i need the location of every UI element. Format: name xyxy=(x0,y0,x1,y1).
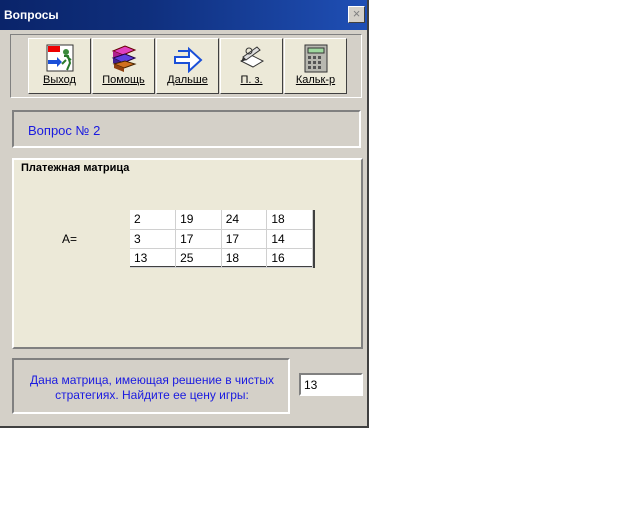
question-title: Вопрос № 2 xyxy=(28,123,101,138)
calculator-icon xyxy=(304,44,328,73)
help-button[interactable]: Помощь xyxy=(92,38,155,94)
question-prompt: Дана матрица, имеющая решение в чистых с… xyxy=(30,373,274,402)
matrix-cell[interactable]: 2 xyxy=(130,210,177,230)
notes-button-label: П. з. xyxy=(240,74,263,86)
exit-icon xyxy=(46,44,74,72)
matrix-cell[interactable]: 18 xyxy=(221,248,268,268)
payoff-matrix-grid[interactable]: 2 19 24 18 3 17 17 14 13 25 18 16 xyxy=(130,210,315,268)
group-title: Платежная матрица xyxy=(20,162,131,174)
books-icon xyxy=(111,45,137,72)
matrix-cell[interactable]: 14 xyxy=(266,229,313,249)
calculator-button-label: Кальк-р xyxy=(295,74,336,86)
next-button-label: Дальше xyxy=(167,74,208,86)
answer-input[interactable] xyxy=(299,373,363,396)
matrix-cell[interactable]: 17 xyxy=(175,229,222,249)
matrix-cell[interactable]: 18 xyxy=(266,210,313,230)
table-row: 3 17 17 14 xyxy=(130,229,313,249)
close-icon: × xyxy=(352,6,361,21)
title-bar[interactable]: Вопросы × xyxy=(0,0,367,30)
questions-window: Вопросы × Выход Помощь Дальше П. з. Каль… xyxy=(0,0,369,428)
arrow-right-icon xyxy=(174,46,203,73)
next-button[interactable]: Дальше xyxy=(156,38,219,94)
question-prompt-panel: Дана матрица, имеющая решение в чистых с… xyxy=(12,358,290,414)
calculator-button[interactable]: Кальк-р xyxy=(284,38,347,94)
notes-button[interactable]: П. з. xyxy=(220,38,283,94)
matrix-cell[interactable]: 25 xyxy=(175,248,222,268)
notepad-pen-icon xyxy=(239,46,265,68)
table-row: 2 19 24 18 xyxy=(130,210,313,230)
window-title: Вопросы xyxy=(4,8,59,22)
table-row: 13 25 18 16 xyxy=(130,248,313,268)
matrix-cell[interactable]: 3 xyxy=(130,229,177,249)
matrix-cell[interactable]: 24 xyxy=(221,210,268,230)
exit-button-label: Выход xyxy=(43,74,76,86)
question-panel: Вопрос № 2 xyxy=(12,110,361,148)
close-button[interactable]: × xyxy=(348,6,365,23)
matrix-cell[interactable]: 13 xyxy=(130,248,177,268)
help-button-label: Помощь xyxy=(102,74,145,86)
matrix-cell[interactable]: 16 xyxy=(266,248,313,268)
exit-button[interactable]: Выход xyxy=(28,38,91,94)
matrix-cell[interactable]: 17 xyxy=(221,229,268,249)
matrix-cell[interactable]: 19 xyxy=(175,210,222,230)
toolbar: Выход Помощь Дальше П. з. Кальк-р xyxy=(10,34,362,98)
matrix-label: A= xyxy=(62,232,78,246)
